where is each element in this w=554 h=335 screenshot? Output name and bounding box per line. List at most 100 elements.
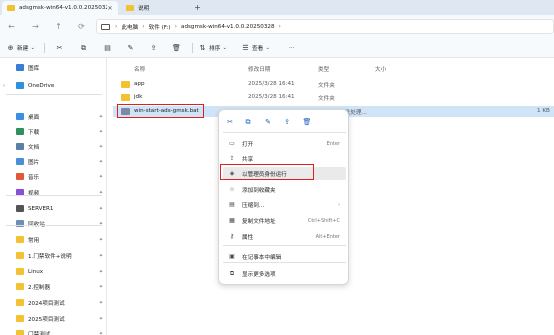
divider [44,43,45,53]
context-menu-label: 共享 [242,156,254,163]
sidebar-item-label: Linux [28,268,44,275]
rename-button[interactable]: ✎ [126,42,135,54]
forward-arrow-icon[interactable]: → [30,21,41,32]
rename-icon[interactable]: ✎ [263,117,273,127]
view-button[interactable]: ☰ 查看 ⌄ [241,42,272,54]
column-header-name[interactable]: 名称 [134,65,145,73]
sidebar-item-label: OneDrive [28,82,55,89]
shortcut-hint: Ctrl+Shift+C [307,217,340,224]
address-bar[interactable]: › 此电脑 › 软件 (F:) › adsgmsk-win64-v1.0.0.2… [96,19,554,34]
tab-current-folder[interactable]: adsgmsk-win64-v1.0.0.2025032… ✕ [2,1,118,15]
sort-button[interactable]: ⇅ 排序 ⌄ [198,42,229,54]
zip-icon: ▤ [229,201,235,208]
column-header-date[interactable]: 修改日期 [248,65,270,73]
new-tab-plus-icon[interactable]: + [193,3,202,12]
up-arrow-icon[interactable]: ↑ [53,21,64,32]
context-menu-item[interactable]: ☆ 添加到收藏夹 [223,183,346,196]
rename-icon: ✎ [127,43,134,52]
share-icon: ⇪ [150,43,157,52]
delete-icon[interactable]: 🗑 [302,117,312,127]
context-quick-actions: ✂ ⧉ ✎ ⇪ 🗑 [219,115,348,129]
column-header-type[interactable]: 类型 [318,65,329,73]
chevron-down-icon: ⌄ [265,44,270,51]
refresh-icon[interactable]: ⟳ [76,21,87,32]
cut-icon[interactable]: ✂ [225,117,235,127]
sidebar-item-label: 文档 [28,144,40,151]
navigation-bar: ← → ↑ ⟳ › 此电脑 › 软件 (F:) › adsgmsk-win64-… [0,15,554,38]
file-row[interactable]: app 2025/3/28 16:41 文件夹 [113,79,554,90]
sidebar-item[interactable]: 桌面 ✦ [0,110,105,123]
pin-icon: ✦ [98,113,104,120]
chevron-right-icon[interactable]: › [0,83,8,89]
highlight-box-bat-file [117,104,204,118]
paste-button[interactable]: ▤ [103,42,112,54]
sidebar-item[interactable]: 下载 ✦ [0,125,105,138]
sidebar-item[interactable]: 1.门禁软件+说明 ✦ [0,249,105,262]
sidebar-item[interactable]: 文档 ✦ [0,140,105,153]
breadcrumb-drive[interactable]: 软件 (F:) [149,23,171,31]
trash-icon: 🗑 [172,43,181,52]
sidebar-item[interactable]: 回收站✦ [0,217,105,230]
properties-icon: ⚷ [229,233,235,240]
delete-button[interactable]: 🗑 [172,42,181,54]
context-menu-label: 显示更多选项 [242,271,276,278]
sidebar-item-label: 回收站 [28,220,97,228]
new-button[interactable]: ⊕ 新建 ⌄ [6,42,37,54]
sidebar-item-label: 2024项目测试 [28,300,65,307]
context-menu-item[interactable]: ▤ 压缩到... › [223,198,346,211]
share-button[interactable]: ⇪ [149,42,158,54]
sidebar-item-label: 图片 [28,159,40,166]
column-header-size[interactable]: 大小 [375,65,386,73]
sidebar-item[interactable]: 视频 ✦ [0,186,105,199]
sidebar-item[interactable]: › OneDrive [0,79,105,92]
computer-icon [101,23,110,30]
copy-button[interactable]: ⧉ [79,42,88,54]
folder-icon [121,94,130,101]
folder-icon [126,5,134,11]
cut-button[interactable]: ✂ [55,42,64,54]
sidebar-item[interactable]: 门禁测试 ✦ [0,327,105,335]
title-tab-bar: adsgmsk-win64-v1.0.0.2025032… ✕ 说明 + [0,0,554,15]
menu-divider [223,262,346,263]
sidebar-item[interactable]: 2.控制器 ✦ [0,280,105,293]
sidebar-item[interactable]: 图库 [0,61,105,74]
sidebar-item[interactable]: 音乐 ✦ [0,170,105,183]
breadcrumb-folder[interactable]: adsgmsk-win64-v1.0.0.20250328 [181,24,275,30]
tab-readme[interactable]: 说明 [121,1,191,15]
context-menu-item[interactable]: ⚷ 属性 Alt+Enter [223,230,346,243]
chevron-down-icon: ⌄ [222,44,227,51]
file-date: 2025/3/28 16:41 [248,81,295,87]
chevron-right-icon: › [142,23,145,30]
sidebar-item[interactable]: 图片 ✦ [0,155,105,168]
file-row[interactable]: jdk 2025/3/28 16:41 文件夹 [113,92,554,103]
sidebar-item-label: SERVER1 [28,205,54,212]
folder-icon [7,5,15,11]
copy-icon: ⧉ [81,43,86,52]
context-menu-label: 在记事本中编辑 [242,254,282,261]
context-menu-item[interactable]: ▭ 打开 Enter [223,137,346,150]
context-menu-item[interactable]: ⧉ 显示更多选项 [223,267,346,280]
breadcrumb-this-pc[interactable]: 此电脑 [121,23,138,31]
close-tab-icon[interactable]: ✕ [107,5,113,12]
sidebar-item[interactable]: Linux ✦ [0,265,105,278]
open-icon: ▭ [229,140,235,147]
sidebar-item-label: 桌面 [28,114,40,121]
context-menu-item[interactable]: ▦ 复制文件地址 Ctrl+Shift+C [223,214,346,227]
folder-icon [121,81,130,88]
sidebar-item[interactable]: 常用 ✦ [0,233,105,246]
copy-icon[interactable]: ⧉ [243,117,253,127]
pin-icon: ✦ [98,299,104,306]
tab-label: 说明 [138,6,150,12]
folder-icon [16,315,24,322]
sidebar-item[interactable]: 2025项目测试 ✦ [0,312,105,325]
share-icon[interactable]: ⇪ [282,117,292,127]
sidebar-item[interactable]: 2024项目测试 ✦ [0,296,105,309]
cloud-icon [16,82,24,89]
sidebar-scrollbar[interactable] [106,58,107,335]
back-arrow-icon[interactable]: ← [6,21,17,32]
sidebar-divider [6,225,102,226]
sidebar-item-label: 图库 [28,65,40,72]
more-button[interactable]: ··· [287,42,294,54]
pin-icon: ✦ [98,236,104,243]
sidebar-item[interactable]: SERVER1 ✦ [0,202,105,215]
